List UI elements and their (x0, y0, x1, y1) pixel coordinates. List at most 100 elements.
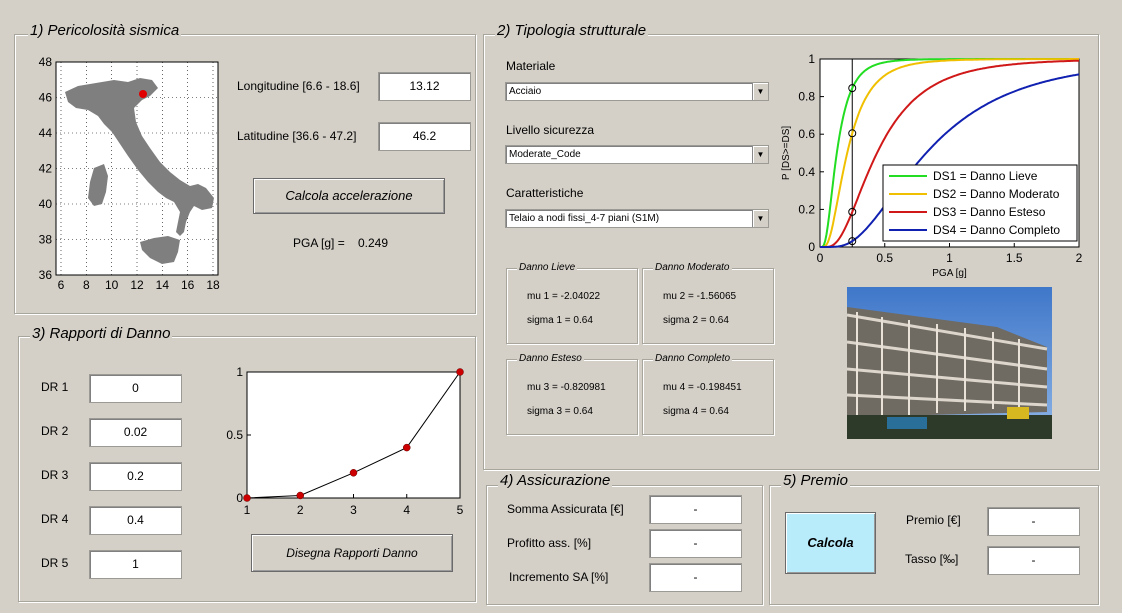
dr5-input[interactable]: 1 (89, 550, 182, 579)
calculate-premium-button[interactable]: Calcola (785, 512, 876, 574)
map-x-tick-label: 12 (130, 278, 144, 292)
map-x-tick-label: 14 (156, 278, 170, 292)
damage-state-title: Danno Lieve (517, 262, 578, 273)
material-dropdown[interactable]: Acciaio ▼ (505, 82, 769, 101)
insured-sum-input[interactable]: - (649, 495, 742, 524)
x-tick-label: 0.5 (876, 251, 893, 265)
safety-level-label: Livello sicurezza (506, 123, 595, 137)
x-tick-label: 2 (1076, 251, 1083, 265)
location-marker (139, 90, 147, 98)
sigma-value: sigma 4 = 0.64 (663, 406, 729, 417)
chevron-down-icon[interactable]: ▼ (752, 83, 768, 100)
profit-label: Profitto ass. [%] (507, 536, 592, 550)
characteristics-label: Caratteristiche (506, 186, 584, 200)
rate-output[interactable]: - (987, 546, 1080, 575)
y-tick-label: 1 (808, 52, 815, 66)
x-tick-label: 1 (244, 503, 251, 517)
dr3-input[interactable]: 0.2 (89, 462, 182, 491)
map-y-tick-label: 36 (39, 268, 53, 282)
dr1-label: DR 1 (41, 380, 69, 394)
x-tick-label: 3 (350, 503, 357, 517)
x-tick-label: 5 (457, 503, 464, 517)
seismic-panel-title: 1) Pericolosità sismica (28, 22, 182, 39)
x-tick-label: 1.5 (1006, 251, 1023, 265)
dr4-input[interactable]: 0.4 (89, 506, 182, 535)
premium-output[interactable]: - (987, 507, 1080, 536)
chevron-down-icon[interactable]: ▼ (752, 146, 768, 163)
damage-state-title: Danno Moderato (653, 262, 732, 273)
mu-value: mu 4 = -0.198451 (663, 382, 742, 393)
pga-label: PGA [g] = (293, 236, 345, 250)
map-y-tick-label: 46 (39, 91, 53, 105)
map-y-tick-label: 44 (39, 126, 53, 140)
latitude-label: Latitudine [36.6 - 47.2] (237, 129, 357, 143)
dr2-input[interactable]: 0.02 (89, 418, 182, 447)
damage-state-esteso: Danno Esteso mu 3 = -0.820981 sigma 3 = … (506, 353, 638, 435)
y-tick-label: 0.2 (798, 202, 815, 216)
x-tick-label: 1 (946, 251, 953, 265)
x-tick-label: 2 (297, 503, 304, 517)
damage-state-moderato: Danno Moderato mu 2 = -1.56065 sigma 2 =… (642, 262, 774, 344)
y-tick-label: 0.6 (798, 127, 815, 141)
sigma-value: sigma 2 = 0.64 (663, 315, 729, 326)
map-y-ticks: 48 46 44 42 40 38 36 (39, 55, 53, 282)
damage-ratio-point (243, 494, 251, 502)
map-x-tick-label: 8 (83, 278, 90, 292)
y-tick-label: 0.8 (798, 90, 815, 104)
sigma-value: sigma 3 = 0.64 (527, 406, 593, 417)
x-tick-label: 0 (817, 251, 824, 265)
damage-ratio-panel-title: 3) Rapporti di Danno (30, 325, 173, 342)
damage-ratio-point (349, 469, 358, 477)
map-x-tick-label: 6 (58, 278, 65, 292)
longitude-label: Longitudine [6.6 - 18.6] (237, 79, 360, 93)
latitude-input[interactable]: 46.2 (378, 122, 471, 151)
draw-damage-ratios-button[interactable]: Disegna Rapporti Danno (251, 534, 453, 572)
legend-entry: DS2 = Danno Moderato (933, 187, 1060, 201)
damage-state-title: Danno Esteso (517, 353, 584, 364)
sigma-value: sigma 1 = 0.64 (527, 315, 593, 326)
damage-state-completo: Danno Completo mu 4 = -0.198451 sigma 4 … (642, 353, 774, 435)
damage-ratio-point (296, 491, 304, 500)
chevron-down-icon[interactable]: ▼ (752, 210, 768, 227)
map-x-ticks: 6 8 10 12 14 16 18 (58, 278, 220, 292)
damage-state-lieve: Danno Lieve mu 1 = -2.04022 sigma 1 = 0.… (506, 262, 638, 344)
damage-ratio-chart: 0 0.5 1 1 2 3 4 5 (226, 365, 464, 517)
map-y-tick-label: 38 (39, 233, 53, 247)
pga-value: 0.249 (358, 236, 389, 250)
x-axis-label: PGA [g] (932, 268, 967, 279)
damage-ratio-point (403, 443, 411, 452)
safety-level-value: Moderate_Code (509, 149, 581, 160)
damage-state-title: Danno Completo (653, 353, 733, 364)
sa-increment-input[interactable]: - (649, 563, 742, 592)
mu-value: mu 2 = -1.56065 (663, 291, 737, 302)
building-photo (847, 287, 1052, 439)
rate-label: Tasso [‰] (905, 552, 959, 566)
fragility-chart: 0 0.2 0.4 0.6 0.8 1 0 0.5 1 1.5 2 PGA [g] P [DS>=DS]… (781, 52, 1083, 279)
longitude-input[interactable]: 13.12 (378, 72, 471, 101)
dr1-input[interactable]: 0 (89, 374, 182, 403)
map-x-tick-label: 18 (206, 278, 220, 292)
profit-input[interactable]: - (649, 529, 742, 558)
map-x-tick-label: 16 (181, 278, 195, 292)
y-tick-label: 0 (236, 491, 243, 505)
map-y-tick-label: 40 (39, 197, 53, 211)
insured-sum-label: Somma Assicurata [€] (507, 502, 624, 516)
insurance-panel-title: 4) Assicurazione (498, 472, 613, 489)
map-x-tick-label: 10 (105, 278, 119, 292)
safety-level-dropdown[interactable]: Moderate_Code ▼ (505, 145, 769, 164)
sa-increment-label: Incremento SA [%] (509, 570, 609, 584)
dr3-label: DR 3 (41, 468, 69, 482)
characteristics-dropdown[interactable]: Telaio a nodi fissi_4-7 piani (S1M) ▼ (505, 209, 769, 228)
legend-entry: DS4 = Danno Completo (933, 223, 1060, 237)
plot-area (246, 371, 461, 499)
premium-label: Premio [€] (906, 513, 961, 527)
map-y-tick-label: 42 (39, 162, 53, 176)
y-tick-label: 0 (808, 240, 815, 254)
y-tick-label: 1 (236, 365, 243, 379)
y-axis-label: P [DS>=DS] (781, 126, 792, 181)
characteristics-value: Telaio a nodi fissi_4-7 piani (S1M) (509, 213, 660, 224)
calculate-acceleration-button[interactable]: Calcola accelerazione (253, 178, 445, 214)
structure-panel-title: 2) Tipologia strutturale (495, 22, 649, 39)
premium-panel-title: 5) Premio (781, 472, 851, 489)
damage-ratio-point (456, 368, 464, 376)
